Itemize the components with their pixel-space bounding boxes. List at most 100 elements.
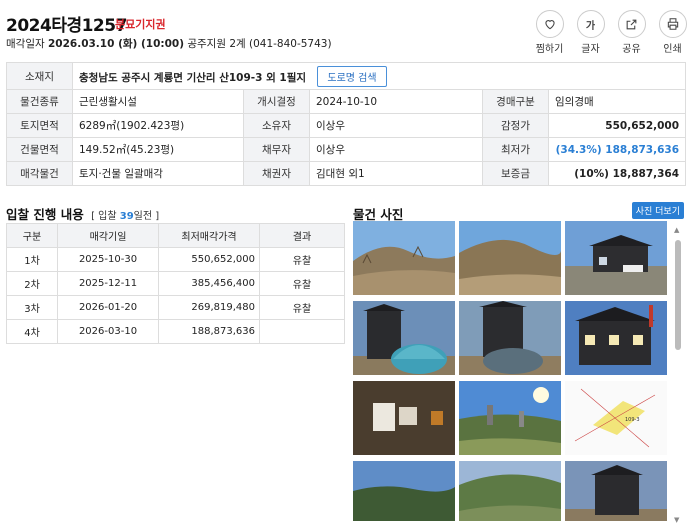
info-label: 채무자 [243, 137, 310, 162]
bid-round: 2차 [6, 271, 58, 296]
address-row: 소재지 충청남도 공주시 계룡면 기산리 산109-3 외 1필지 도로명 검색 [6, 62, 687, 90]
share-label: 공유 [622, 44, 641, 55]
bid-date: 2025-10-30 [57, 247, 159, 272]
more-photos-button[interactable]: 사진 더보기 [631, 202, 684, 219]
property-photo[interactable] [459, 381, 561, 455]
table-row: 1차 2025-10-30 550,652,000 유찰 [6, 247, 345, 272]
road-name-search-button[interactable]: 도로명 검색 [317, 65, 387, 87]
favorite-button[interactable]: 찜하기 [533, 10, 566, 55]
bid-price: 188,873,636 [158, 319, 260, 344]
info-label: 개시결정 [243, 89, 310, 114]
property-photo[interactable] [565, 301, 667, 375]
info-label: 소유자 [243, 113, 310, 138]
info-label: 매각물건 [6, 161, 73, 186]
bid-date: 2026-03-10 [57, 319, 159, 344]
appraisal-value: 550,652,000 [547, 113, 687, 138]
bid-days-left: [ 입찰 39일전 ] [91, 211, 159, 222]
property-photo[interactable] [353, 381, 455, 455]
info-label: 토지면적 [6, 113, 73, 138]
bid-date: 2026-01-20 [57, 295, 159, 320]
bid-col-date: 매각기일 [57, 223, 159, 248]
info-value: 이상우 [309, 137, 483, 162]
minimum-price-value: (34.3%) 188,873,636 [547, 137, 687, 162]
print-icon [667, 18, 678, 30]
info-value: 토지·건물 일괄매각 [72, 161, 244, 186]
table-row: 3차 2026-01-20 269,819,480 유찰 [6, 295, 345, 320]
case-header: 2024타경1257 분묘기지권 매각일자 2026.03.10 (화) (10… [0, 0, 695, 60]
svg-text:109-3: 109-3 [625, 417, 640, 423]
info-label: 물건종류 [6, 89, 73, 114]
print-label: 인쇄 [663, 44, 682, 55]
bid-round: 3차 [6, 295, 58, 320]
case-number: 2024타경1257 [6, 16, 127, 36]
bid-price: 385,456,400 [158, 271, 260, 296]
bid-price: 550,652,000 [158, 247, 260, 272]
table-row: 4차 2026-03-10 188,873,636 [6, 319, 345, 344]
sale-info: 매각일자 2026.03.10 (화) (10:00) 공주지원 2계 (041… [6, 36, 332, 51]
bid-round: 4차 [6, 319, 58, 344]
action-bar: 찜하기 가 글자 공유 인쇄 [533, 10, 689, 55]
info-value: 근린생활시설 [72, 89, 244, 114]
bid-col-round: 구분 [6, 223, 58, 248]
bid-result: 유찰 [259, 295, 345, 320]
info-row: 매각물건 토지·건물 일괄매각 채권자 김대현 외1 보증금 (10%) 18,… [6, 161, 687, 186]
court-info: 공주지원 2계 (041-840-5743) [187, 38, 332, 50]
property-photo[interactable] [459, 301, 561, 375]
bid-col-result: 결과 [259, 223, 345, 248]
property-info-table: 소재지 충청남도 공주시 계룡면 기산리 산109-3 외 1필지 도로명 검색… [6, 62, 687, 186]
info-value: 2024-10-10 [309, 89, 483, 114]
share-button[interactable]: 공유 [615, 10, 648, 55]
scroll-up-icon[interactable]: ▲ [674, 226, 679, 234]
bid-sub-prefix: [ 입찰 [91, 211, 120, 222]
bid-section-title: 입찰 진행 내용 [ 입찰 39일전 ] [6, 204, 159, 223]
special-right-badge: 분묘기지권 [115, 18, 166, 31]
heart-icon [544, 20, 555, 30]
favorite-label: 찜하기 [535, 44, 564, 55]
font-size-icon: 가 [585, 20, 596, 32]
address-cell: 충청남도 공주시 계룡면 기산리 산109-3 외 1필지 도로명 검색 [71, 62, 687, 90]
info-value: 6289㎡(1902.423평) [72, 113, 244, 138]
info-label: 건물면적 [6, 137, 73, 162]
print-button[interactable]: 인쇄 [656, 10, 689, 55]
bid-result: 유찰 [259, 271, 345, 296]
font-size-label: 글자 [581, 44, 600, 55]
property-photo[interactable]: 109-3 [565, 381, 667, 455]
deposit-value: (10%) 18,887,364 [547, 161, 687, 186]
scroll-down-icon[interactable]: ▼ [674, 516, 679, 524]
font-size-button[interactable]: 가 글자 [574, 10, 607, 55]
bid-days: 39 [119, 211, 134, 222]
bid-date: 2025-12-11 [57, 271, 159, 296]
info-label: 보증금 [482, 161, 549, 186]
info-value: 149.52㎡(45.23평) [72, 137, 244, 162]
info-label: 최저가 [482, 137, 549, 162]
info-value: 임의경매 [547, 89, 687, 114]
property-photo[interactable] [459, 221, 561, 295]
sale-date-label: 매각일자 [6, 38, 45, 50]
bid-col-price: 최저매각가격 [158, 223, 260, 248]
bid-header-row: 구분 매각기일 최저매각가격 결과 [6, 223, 345, 248]
sale-date: 2026.03.10 (화) (10:00) [47, 38, 184, 50]
property-photo[interactable] [353, 461, 455, 521]
info-label: 채권자 [243, 161, 310, 186]
info-label: 경매구분 [482, 89, 549, 114]
bid-price: 269,819,480 [158, 295, 260, 320]
property-photo[interactable] [565, 461, 667, 521]
info-row: 물건종류 근린생활시설 개시결정 2024-10-10 경매구분 임의경매 [6, 89, 687, 114]
info-row: 토지면적 6289㎡(1902.423평) 소유자 이상우 감정가 550,65… [6, 113, 687, 138]
property-photo[interactable] [353, 301, 455, 375]
gallery-scrollbar[interactable]: ▲ ▼ [672, 226, 684, 524]
bid-sub-suffix: 일전 ] [133, 211, 160, 222]
bid-history-table: 구분 매각기일 최저매각가격 결과 1차 2025-10-30 550,652,… [6, 223, 345, 344]
info-value: 김대현 외1 [309, 161, 483, 186]
address-label: 소재지 [6, 62, 73, 90]
bid-result [259, 319, 345, 344]
photo-gallery: 109-3 [353, 221, 669, 521]
share-icon [626, 19, 637, 29]
scrollbar-thumb[interactable] [675, 240, 681, 350]
property-photo[interactable] [353, 221, 455, 295]
bid-title-text: 입찰 진행 내용 [6, 207, 84, 222]
property-photo[interactable] [565, 221, 667, 295]
property-photo[interactable] [459, 461, 561, 521]
address-text: 충청남도 공주시 계룡면 기산리 산109-3 외 1필지 [79, 71, 307, 84]
info-row: 건물면적 149.52㎡(45.23평) 채무자 이상우 최저가 (34.3%)… [6, 137, 687, 162]
